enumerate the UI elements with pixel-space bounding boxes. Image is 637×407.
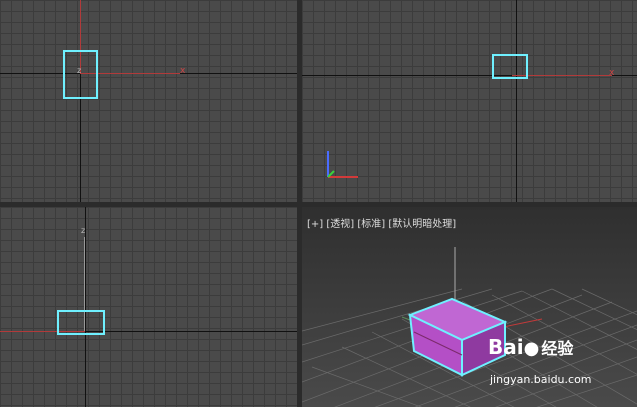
axis-z-label: z [81, 226, 86, 235]
selected-box-left[interactable] [57, 310, 105, 335]
axis-x-label: x [609, 68, 615, 78]
selected-box-front[interactable] [492, 54, 528, 79]
baidu-watermark: Bai● 经验 [488, 335, 573, 359]
viewport-shading-label[interactable]: [默认明暗处理] [388, 219, 456, 230]
front-viewport[interactable]: x [302, 0, 637, 202]
watermark-brand-suffix: 经验 [541, 339, 574, 358]
viewport-shading-std-label[interactable]: [标准] [357, 219, 385, 230]
world-axis-z [85, 207, 86, 407]
selected-box-top[interactable] [63, 50, 98, 99]
watermark-url: jingyan.baidu.com [490, 373, 592, 386]
top-viewport[interactable]: x z [0, 0, 297, 202]
view-axis-tripod-icon [327, 151, 358, 178]
world-axis-z [516, 0, 517, 202]
viewport-menu-plus[interactable]: [+] [307, 219, 323, 230]
paw-icon: ● [523, 338, 540, 359]
watermark-brand: Bai [488, 335, 524, 359]
perspective-viewport[interactable]: [+] [透视] [标准] [默认明暗处理] Bai● 经验 jingyan.ba… [302, 207, 637, 407]
viewport-view-label[interactable]: [透视] [326, 219, 354, 230]
viewport-label[interactable]: [+] [透视] [标准] [默认明暗处理] [307, 215, 456, 230]
left-viewport[interactable]: z [0, 207, 297, 407]
axis-x-label: x [180, 66, 186, 76]
